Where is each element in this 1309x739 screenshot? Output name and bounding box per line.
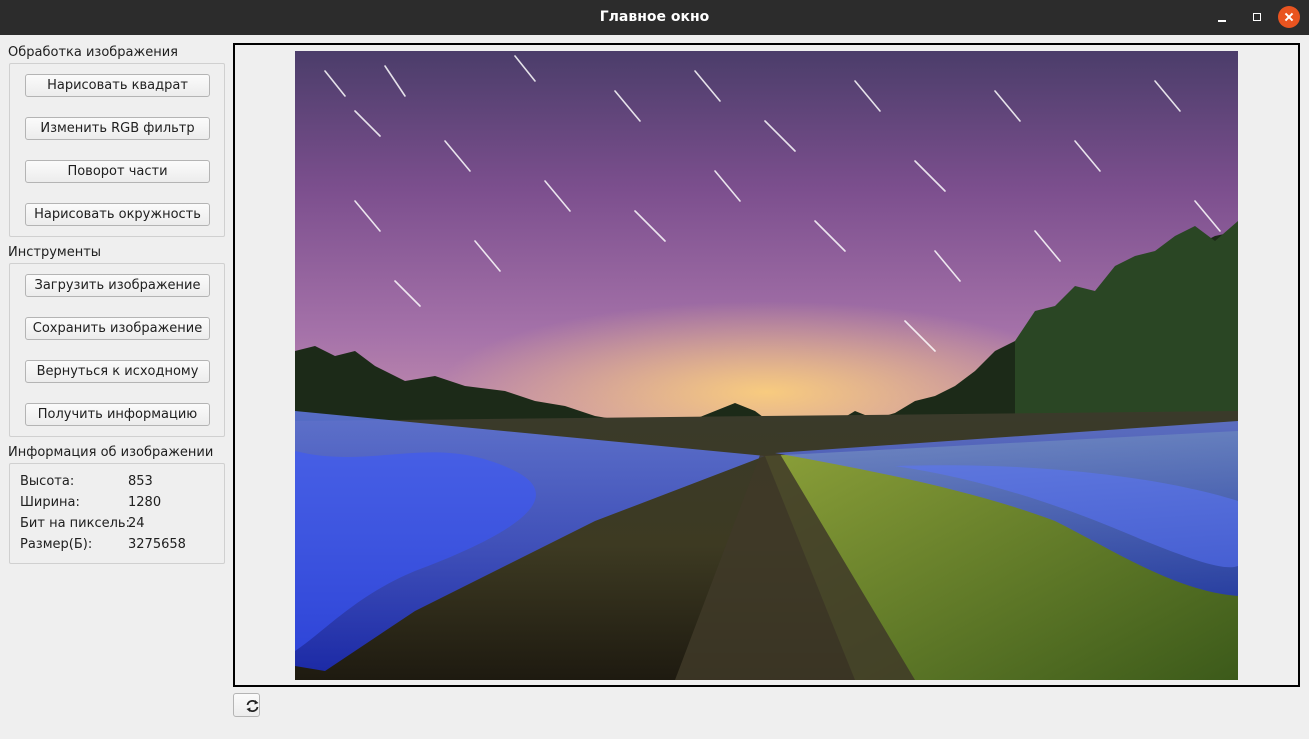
tools-group-label: Инструменты xyxy=(8,245,102,260)
refresh-icon xyxy=(246,700,259,712)
draw-square-button[interactable]: Нарисовать квадрат xyxy=(25,74,210,97)
info-key: Ширина: xyxy=(20,495,80,510)
info-key: Бит на пиксель: xyxy=(20,516,130,531)
rotate-part-button[interactable]: Поворот части xyxy=(25,160,210,183)
maximize-icon[interactable] xyxy=(1246,6,1268,28)
minimize-icon[interactable] xyxy=(1211,6,1233,28)
get-info-button[interactable]: Получить информацию xyxy=(25,403,210,426)
revert-original-button[interactable]: Вернуться к исходному xyxy=(25,360,210,383)
info-key: Высота: xyxy=(20,474,75,489)
save-image-button[interactable]: Сохранить изображение xyxy=(25,317,210,340)
draw-circle-button[interactable]: Нарисовать окружность xyxy=(25,203,210,226)
window-title: Главное окно xyxy=(599,9,710,25)
info-key: Размер(Б): xyxy=(20,537,93,552)
info-value: 24 xyxy=(128,516,145,531)
night-sky-field-image xyxy=(295,51,1238,680)
info-value: 3275658 xyxy=(128,537,186,552)
info-value: 853 xyxy=(128,474,153,489)
info-group-label: Информация об изображении xyxy=(8,445,214,460)
processing-group-label: Обработка изображения xyxy=(8,45,178,60)
refresh-button[interactable] xyxy=(233,693,260,717)
image-viewer[interactable] xyxy=(233,43,1300,687)
info-value: 1280 xyxy=(128,495,162,510)
window-titlebar[interactable]: Главное окно xyxy=(0,0,1309,35)
image-preview xyxy=(295,51,1238,680)
load-image-button[interactable]: Загрузить изображение xyxy=(25,274,210,297)
close-icon[interactable] xyxy=(1278,6,1300,28)
rgb-filter-button[interactable]: Изменить RGB фильтр xyxy=(25,117,210,140)
